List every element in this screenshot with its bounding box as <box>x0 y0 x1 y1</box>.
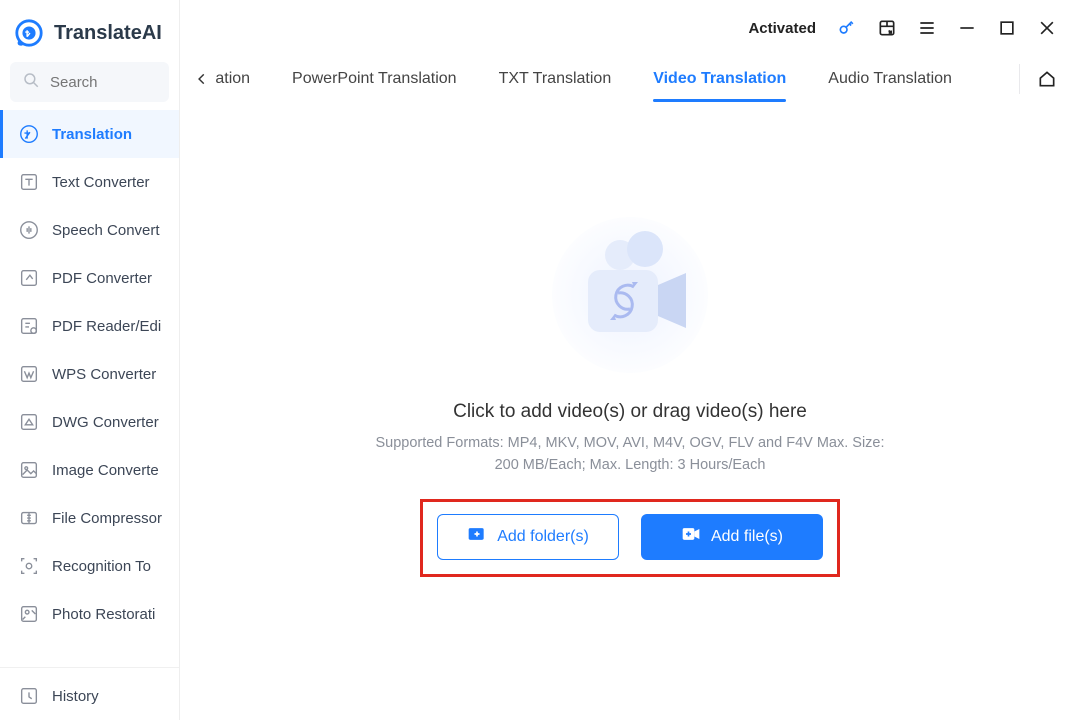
status-text: Activated <box>748 20 816 37</box>
sidebar-item-label: Photo Restorati <box>52 606 155 623</box>
add-folder-button[interactable]: Add folder(s) <box>437 514 619 560</box>
pdf-converter-icon <box>18 267 40 289</box>
tab-txt-translation[interactable]: TXT Translation <box>499 56 612 102</box>
sidebar-item-file-compressor[interactable]: File Compressor <box>0 494 179 542</box>
sidebar-item-label: Image Converte <box>52 462 159 479</box>
sidebar-item-label: Recognition To <box>52 558 151 575</box>
sidebar-item-label: Translation <box>52 126 132 143</box>
wps-converter-icon <box>18 363 40 385</box>
brand: TranslateAI <box>0 0 179 62</box>
share-icon[interactable] <box>876 17 898 39</box>
video-illustration-icon <box>550 215 710 375</box>
key-icon[interactable] <box>836 17 858 39</box>
button-row-highlight: Add folder(s) Add file(s) <box>420 499 840 577</box>
sidebar-item-label: DWG Converter <box>52 414 159 431</box>
tab-divider <box>1019 64 1020 94</box>
add-file-button[interactable]: Add file(s) <box>641 514 823 560</box>
button-label: Add folder(s) <box>497 528 589 546</box>
folder-plus-icon <box>467 525 487 548</box>
sidebar-nav: Translation Text Converter Speech Conver… <box>0 110 179 720</box>
app-window: TranslateAI Translation <box>0 0 1080 720</box>
sidebar-item-history[interactable]: History <box>0 672 179 720</box>
sidebar-scroll: Translation Text Converter Speech Conver… <box>0 110 179 667</box>
tab-word-translation[interactable]: anslation <box>216 56 250 102</box>
sidebar-bottom: History <box>0 667 179 720</box>
sidebar-item-image-converter[interactable]: Image Converte <box>0 446 179 494</box>
sidebar-item-recognition[interactable]: Recognition To <box>0 542 179 590</box>
tab-powerpoint-translation[interactable]: PowerPoint Translation <box>292 56 457 102</box>
sidebar-item-label: Speech Convert <box>52 222 160 239</box>
text-converter-icon <box>18 171 40 193</box>
sidebar-item-label: File Compressor <box>52 510 162 527</box>
pdf-reader-icon <box>18 315 40 337</box>
close-icon[interactable] <box>1036 17 1058 39</box>
speech-convert-icon <box>18 219 40 241</box>
tab-label: anslation <box>216 70 250 88</box>
sidebar-item-wps-converter[interactable]: WPS Converter <box>0 350 179 398</box>
maximize-icon[interactable] <box>996 17 1018 39</box>
sidebar-item-label: History <box>52 688 99 705</box>
content: Click to add video(s) or drag video(s) h… <box>180 102 1080 720</box>
video-plus-icon <box>681 525 701 548</box>
tabs: anslation PowerPoint Translation TXT Tra… <box>216 56 1003 102</box>
topbar: Activated <box>180 0 1080 56</box>
recognition-icon <box>18 555 40 577</box>
translate-icon <box>18 123 40 145</box>
tab-scroll-left[interactable] <box>188 65 216 93</box>
home-icon[interactable] <box>1036 68 1058 90</box>
sidebar-item-dwg-converter[interactable]: DWG Converter <box>0 398 179 446</box>
history-icon <box>18 685 40 707</box>
sidebar: TranslateAI Translation <box>0 0 180 720</box>
sidebar-item-pdf-reader[interactable]: PDF Reader/Edi <box>0 302 179 350</box>
tab-video-translation[interactable]: Video Translation <box>653 56 786 102</box>
tab-label: PowerPoint Translation <box>292 70 457 88</box>
brand-name: TranslateAI <box>54 22 162 45</box>
tab-label: TXT Translation <box>499 70 612 88</box>
minimize-icon[interactable] <box>956 17 978 39</box>
sidebar-item-translation[interactable]: Translation <box>0 110 179 158</box>
sidebar-item-label: WPS Converter <box>52 366 156 383</box>
sidebar-item-label: PDF Converter <box>52 270 152 287</box>
sidebar-item-text-converter[interactable]: Text Converter <box>0 158 179 206</box>
tab-audio-translation[interactable]: Audio Translation <box>828 56 952 102</box>
dwg-converter-icon <box>18 411 40 433</box>
drop-title: Click to add video(s) or drag video(s) h… <box>453 401 807 423</box>
search-box[interactable] <box>10 62 169 102</box>
main: Activated <box>180 0 1080 720</box>
sidebar-item-label: Text Converter <box>52 174 150 191</box>
brand-logo-icon <box>14 18 44 48</box>
tab-row: anslation PowerPoint Translation TXT Tra… <box>180 56 1080 102</box>
sidebar-item-label: PDF Reader/Edi <box>52 318 161 335</box>
photo-restoration-icon <box>18 603 40 625</box>
drop-zone[interactable]: Click to add video(s) or drag video(s) h… <box>370 215 890 577</box>
sidebar-item-photo-restoration[interactable]: Photo Restorati <box>0 590 179 638</box>
drop-subtitle: Supported Formats: MP4, MKV, MOV, AVI, M… <box>370 433 890 477</box>
search-input[interactable] <box>50 74 157 91</box>
image-converter-icon <box>18 459 40 481</box>
search-icon <box>22 71 40 94</box>
menu-icon[interactable] <box>916 17 938 39</box>
sidebar-item-pdf-converter[interactable]: PDF Converter <box>0 254 179 302</box>
sidebar-item-truncated[interactable] <box>0 638 179 656</box>
file-compressor-icon <box>18 507 40 529</box>
tab-label: Video Translation <box>653 70 786 88</box>
tab-label: Audio Translation <box>828 70 952 88</box>
button-label: Add file(s) <box>711 528 783 546</box>
sidebar-item-speech-convert[interactable]: Speech Convert <box>0 206 179 254</box>
